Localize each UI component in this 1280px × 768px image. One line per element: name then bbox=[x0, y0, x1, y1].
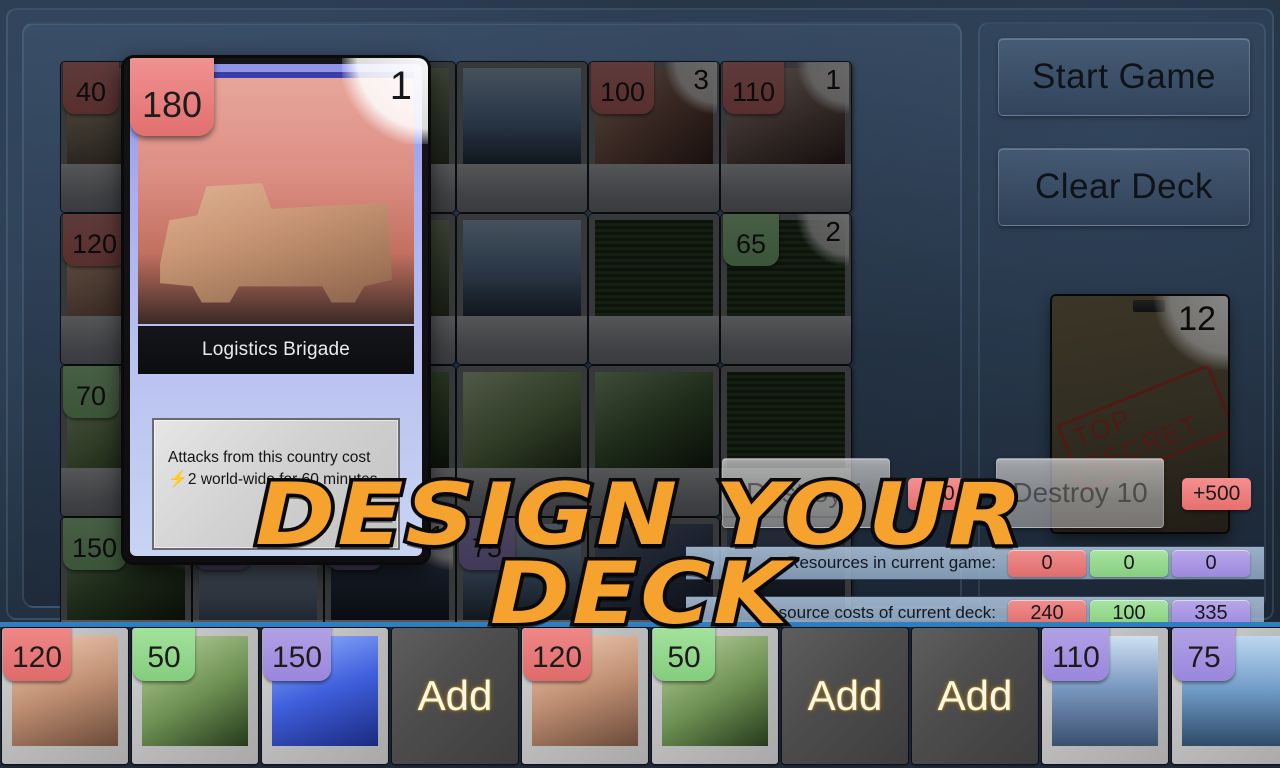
card-artwork bbox=[727, 372, 845, 468]
current-game-resources-row: Resources in current game: 0 0 0 bbox=[686, 546, 1264, 580]
add-label: Add bbox=[937, 672, 1013, 719]
deck-card-slot[interactable]: 120 bbox=[2, 628, 128, 764]
card-cost-badge: 75 bbox=[459, 518, 515, 570]
card-name-plate bbox=[721, 316, 851, 364]
card-name-plate bbox=[457, 316, 587, 364]
card-cost-badge: 70 bbox=[63, 366, 119, 418]
collection-card[interactable] bbox=[589, 366, 719, 516]
deck-cost-label: Resource costs of current deck: bbox=[756, 603, 996, 622]
collection-card[interactable]: 100 3 bbox=[589, 62, 719, 212]
card-cost-badge: 65 bbox=[723, 214, 779, 266]
add-card-slot[interactable]: Add bbox=[782, 628, 908, 764]
deck-card-slot[interactable]: 50 bbox=[652, 628, 778, 764]
card-cost-badge: 50 bbox=[653, 628, 715, 681]
card-artwork bbox=[595, 220, 713, 316]
card-count-badge: 3 bbox=[665, 62, 717, 114]
start-game-button[interactable]: Start Game bbox=[998, 38, 1250, 116]
deck-builder-screen: 4010031101120318065270390395150140450175… bbox=[0, 0, 1280, 768]
collection-card[interactable] bbox=[457, 62, 587, 212]
card-name-plate bbox=[457, 164, 587, 212]
card-name-plate bbox=[589, 164, 719, 212]
clear-deck-button[interactable]: Clear Deck bbox=[998, 148, 1250, 226]
deck-card-slot[interactable]: 110 bbox=[1042, 628, 1168, 764]
current-game-resources-label: Resources in current game: bbox=[787, 553, 996, 572]
card-cost-badge: 150 bbox=[263, 628, 332, 681]
card-cost-badge: 120 bbox=[3, 628, 72, 681]
card-name-plate bbox=[721, 164, 851, 212]
card-name-plate bbox=[589, 316, 719, 364]
lightning-bolt-icon: ⚡ bbox=[168, 470, 188, 488]
deck-card-slot[interactable]: 75 bbox=[1172, 628, 1280, 764]
card-cost-badge: 120 bbox=[523, 628, 592, 681]
card-artwork bbox=[463, 372, 581, 468]
card-artwork bbox=[463, 68, 581, 164]
destroy-one-reward-badge: +50 bbox=[908, 478, 966, 510]
card-cost-badge: 180 bbox=[130, 58, 214, 136]
collection-card[interactable] bbox=[589, 214, 719, 364]
truck-illustration bbox=[160, 183, 392, 303]
deck-card-slot[interactable]: 120 bbox=[522, 628, 648, 764]
collection-card[interactable]: 110 1 bbox=[721, 62, 851, 212]
deck-card-slot[interactable]: 50 bbox=[132, 628, 258, 764]
card-artwork bbox=[595, 372, 713, 468]
card-count-badge: 1 bbox=[797, 62, 849, 114]
add-card-slot[interactable]: Add bbox=[392, 628, 518, 764]
card-description: Attacks from this country cost ⚡2 world-… bbox=[152, 418, 400, 550]
card-name-plate bbox=[589, 468, 719, 516]
card-cost-badge: 120 bbox=[63, 214, 127, 266]
card-cost-badge: 150 bbox=[63, 518, 127, 570]
current-green-resource: 0 bbox=[1090, 549, 1168, 577]
add-card-slot[interactable]: Add bbox=[912, 628, 1038, 764]
collection-card[interactable] bbox=[457, 214, 587, 364]
card-cost-badge: 75 bbox=[1173, 628, 1235, 681]
deck-hand-slots: 120 50 150 Add 120 50 Add Add 110 75 bbox=[0, 628, 1280, 768]
card-cost-badge: 110 bbox=[723, 62, 785, 114]
deck-hand-strip: 120 50 150 Add 120 50 Add Add 110 75 bbox=[0, 622, 1280, 768]
card-artwork bbox=[463, 220, 581, 316]
card-description-text-1: Attacks from this country cost bbox=[168, 449, 371, 466]
card-cost-badge: 40 bbox=[63, 62, 119, 114]
card-name: Logistics Brigade bbox=[138, 326, 414, 374]
card-count-badge: 2 bbox=[797, 214, 849, 266]
destroy-ten-button[interactable]: Destroy 10 bbox=[996, 458, 1164, 528]
card-cost-badge: 110 bbox=[1043, 628, 1109, 681]
card-description-text-2: 2 world-wide for 60 minutes. bbox=[187, 470, 382, 488]
collection-card[interactable]: 65 2 bbox=[721, 214, 851, 364]
collection-card[interactable] bbox=[457, 366, 587, 516]
current-purple-resource: 0 bbox=[1172, 549, 1250, 577]
card-cost-badge: 50 bbox=[133, 628, 195, 681]
add-label: Add bbox=[417, 672, 493, 719]
card-count-badge: 1 bbox=[342, 58, 428, 144]
selected-card-preview[interactable]: 180 1 Logistics Brigade Attacks from thi… bbox=[124, 58, 428, 562]
secret-card-count: 12 bbox=[1154, 296, 1228, 370]
card-cost-badge: 100 bbox=[591, 62, 655, 114]
current-red-resource: 0 bbox=[1008, 549, 1086, 577]
deck-card-slot[interactable]: 150 bbox=[262, 628, 388, 764]
card-name-plate bbox=[457, 468, 587, 516]
add-label: Add bbox=[807, 672, 883, 719]
destroy-one-button[interactable]: Destroy 1 bbox=[722, 458, 890, 528]
destroy-ten-reward-badge: +500 bbox=[1182, 478, 1252, 510]
